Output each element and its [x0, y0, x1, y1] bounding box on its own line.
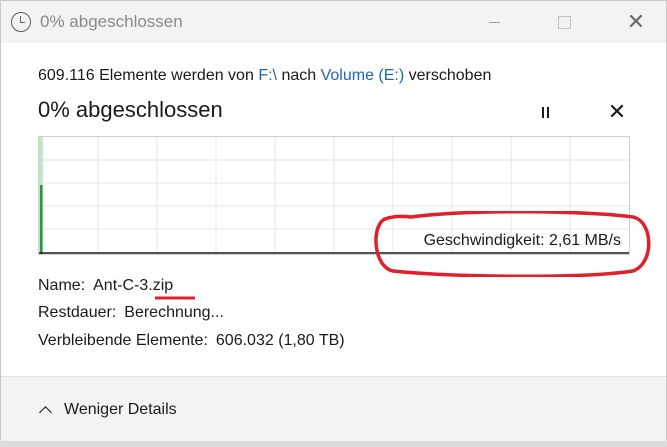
zip-annotation-underline: [155, 296, 195, 300]
window-close-button[interactable]: ✕: [613, 9, 659, 35]
cancel-button[interactable]: ✕: [604, 99, 630, 125]
detail-time-remaining: Restdauer: Berechnung...: [38, 304, 224, 322]
less-details-label: Weniger Details: [64, 401, 177, 418]
clock-icon: [11, 12, 31, 32]
transfer-description: 609.116 Elemente werden von F:\ nach Vol…: [38, 67, 491, 85]
progress-heading: 0% abgeschlossen: [38, 97, 223, 122]
remaining-value: 606.032 (1,80 TB): [215, 332, 345, 349]
pause-icon-bar: [546, 106, 549, 118]
desc-prefix: 609.116 Elemente werden von: [38, 67, 254, 84]
pause-button[interactable]: [531, 101, 559, 123]
desc-suffix: verschoben: [408, 67, 492, 84]
speed-annotation-circle: [374, 211, 651, 277]
less-details-button[interactable]: Weniger Details: [39, 401, 177, 419]
dialog-footer: Weniger Details: [1, 376, 666, 441]
detail-name: Name: Ant-C-3.zip: [38, 277, 173, 295]
name-value: Ant-C-3.zip: [93, 277, 174, 294]
destination-link[interactable]: Volume (E:): [321, 67, 405, 84]
speed-bar: [40, 185, 43, 254]
desc-middle: nach: [281, 67, 317, 84]
maximize-button[interactable]: [541, 9, 587, 35]
remaining-label: Verbleibende Elemente:: [38, 332, 208, 349]
file-operation-dialog: 0% abgeschlossen ✕ 609.116 Elemente werd…: [0, 0, 667, 441]
dialog-content: 609.116 Elemente werden von F:\ nach Vol…: [1, 43, 666, 376]
title-bar: 0% abgeschlossen ✕: [1, 1, 666, 43]
detail-items-remaining: Verbleibende Elemente: 606.032 (1,80 TB): [38, 332, 345, 350]
rest-value: Berechnung...: [124, 304, 224, 321]
name-label: Name:: [38, 277, 86, 294]
chevron-up-icon: [39, 406, 52, 419]
rest-label: Restdauer:: [38, 304, 117, 321]
minimize-button[interactable]: [471, 9, 517, 35]
source-link[interactable]: F:\: [258, 67, 277, 84]
close-icon: ✕: [607, 99, 627, 124]
window-title: 0% abgeschlossen: [40, 12, 183, 31]
pause-icon: [541, 106, 544, 118]
